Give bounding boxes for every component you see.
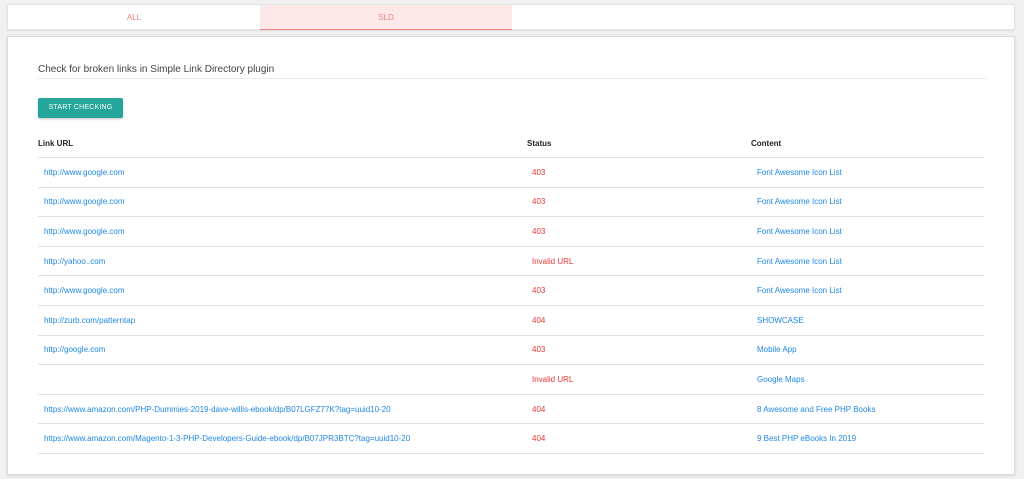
tab-sld[interactable]: SLD — [260, 5, 512, 30]
table-row: http://www.google.com 403 Font Awesome I… — [38, 187, 984, 218]
status-code: 403 — [527, 275, 751, 306]
status-code: 404 — [527, 423, 751, 454]
table-header-row: Link URL Status Content — [38, 129, 984, 158]
status-code: 403 — [527, 187, 751, 218]
tab-all[interactable]: ALL — [8, 5, 260, 30]
content-link[interactable]: Font Awesome Icon List — [751, 157, 984, 188]
table-row: http://zurb.com/patterntap 404 SHOWCASE — [38, 305, 984, 336]
table-row: https://www.amazon.com/PHP-Dummies-2019-… — [38, 394, 984, 425]
link-url[interactable]: http://yahoo..com — [38, 246, 527, 277]
link-url[interactable]: http://google.com — [38, 335, 527, 366]
status-code: 403 — [527, 157, 751, 188]
link-url[interactable]: https://www.amazon.com/PHP-Dummies-2019-… — [38, 394, 527, 425]
content-link[interactable]: Mobile App — [751, 335, 984, 366]
status-code: 404 — [527, 394, 751, 425]
links-table: Link URL Status Content http://www.googl… — [38, 129, 984, 454]
content-link[interactable]: 9 Best PHP eBooks In 2019 — [751, 423, 984, 454]
content-link[interactable]: SHOWCASE — [751, 305, 984, 336]
content-link[interactable]: Font Awesome Icon List — [751, 187, 984, 218]
tabs-bar: ALL SLD — [7, 4, 1015, 30]
content-link[interactable]: Font Awesome Icon List — [751, 216, 984, 247]
header-link-url: Link URL — [38, 129, 527, 158]
link-url[interactable]: http://www.google.com — [38, 216, 527, 247]
link-url[interactable]: http://zurb.com/patterntap — [38, 305, 527, 336]
content-link[interactable]: Google Maps — [751, 364, 984, 395]
broken-links-panel: Check for broken links in Simple Link Di… — [7, 36, 1015, 475]
table-row: https://www.amazon.com/Magento-1-3-PHP-D… — [38, 423, 984, 454]
table-row: http://yahoo..com Invalid URL Font Aweso… — [38, 246, 984, 277]
status-code: Invalid URL — [527, 364, 751, 395]
divider — [38, 78, 986, 79]
table-row: http://google.com 403 Mobile App — [38, 335, 984, 366]
table-row: http://www.google.com 403 Font Awesome I… — [38, 275, 984, 306]
header-content: Content — [751, 129, 984, 158]
status-code: Invalid URL — [527, 246, 751, 277]
table-row: http://www.google.com 403 Font Awesome I… — [38, 216, 984, 247]
table-row: http://www.google.com 403 Font Awesome I… — [38, 157, 984, 188]
table-row: Invalid URL Google Maps — [38, 364, 984, 395]
link-url[interactable]: http://www.google.com — [38, 187, 527, 218]
status-code: 403 — [527, 216, 751, 247]
panel-title: Check for broken links in Simple Link Di… — [38, 64, 275, 75]
link-url[interactable]: https://www.amazon.com/Magento-1-3-PHP-D… — [38, 423, 527, 454]
link-url — [38, 364, 527, 395]
header-status: Status — [527, 129, 751, 158]
content-link[interactable]: Font Awesome Icon List — [751, 275, 984, 306]
content-link[interactable]: 8 Awesome and Free PHP Books — [751, 394, 984, 425]
status-code: 403 — [527, 335, 751, 366]
link-url[interactable]: http://www.google.com — [38, 275, 527, 306]
status-code: 404 — [527, 305, 751, 336]
start-checking-button[interactable]: START CHECKING — [38, 98, 123, 118]
content-link[interactable]: Font Awesome Icon List — [751, 246, 984, 277]
link-url[interactable]: http://www.google.com — [38, 157, 527, 188]
